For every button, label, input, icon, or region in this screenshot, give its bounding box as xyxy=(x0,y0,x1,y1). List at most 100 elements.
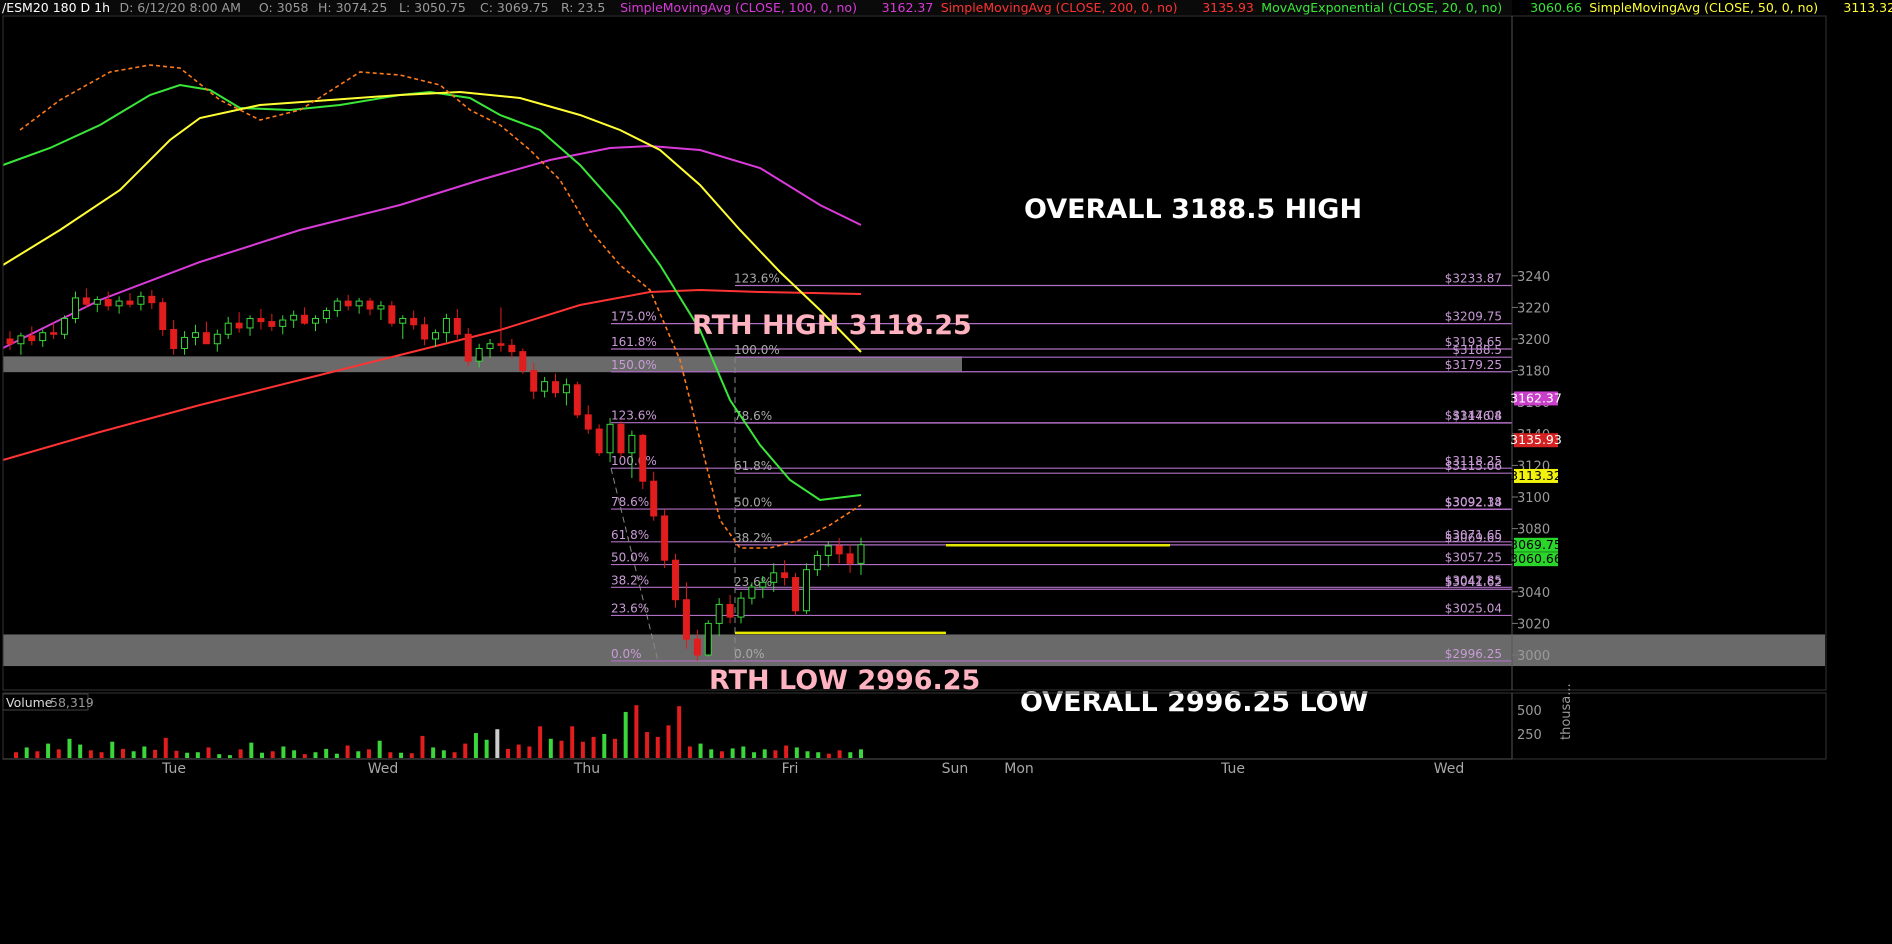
fib-mid-label: 123.6% xyxy=(734,271,780,285)
candle-body xyxy=(802,569,810,612)
candle-body xyxy=(377,305,385,310)
candle-body xyxy=(595,428,603,454)
candle-body xyxy=(421,324,429,340)
candle-body xyxy=(442,317,450,334)
volume-bar xyxy=(366,749,371,758)
candle-body xyxy=(301,314,309,324)
candle-body xyxy=(508,344,516,353)
candle-body xyxy=(770,572,778,583)
volume-bar xyxy=(794,747,799,758)
volume-bar xyxy=(88,750,93,758)
candle-body xyxy=(333,300,341,312)
fib-mid-label: 100.0% xyxy=(734,343,780,357)
price-tag-value: 3113.32 xyxy=(1510,468,1562,483)
study-label: SimpleMovingAvg (CLOSE, 200, 0, no) xyxy=(941,0,1178,15)
x-tick-label: Wed xyxy=(1434,761,1465,777)
volume-bar xyxy=(484,739,489,758)
volume-bar xyxy=(826,753,831,758)
candle-body xyxy=(781,572,789,579)
candle-body xyxy=(432,332,439,340)
candle-body xyxy=(322,310,330,319)
candle-body xyxy=(813,554,821,571)
fib-left-label: 0.0% xyxy=(611,647,642,661)
volume-bar xyxy=(409,753,414,758)
fib-price-label: $2996.25 xyxy=(1445,647,1502,661)
fib-price-label: $3233.87 xyxy=(1445,271,1502,285)
volume-bar xyxy=(334,753,339,758)
candle-body xyxy=(497,343,505,346)
fib-left-label: 100.0% xyxy=(611,454,657,468)
study-value: 3113.32 xyxy=(1843,0,1892,15)
candle-body xyxy=(475,347,483,362)
volume-bar xyxy=(249,742,254,758)
fib-left-label: 161.8% xyxy=(611,335,657,349)
volume-bar xyxy=(46,743,51,758)
candle-body xyxy=(792,577,800,612)
candle-body xyxy=(191,332,199,338)
volume-bar xyxy=(260,752,265,758)
fib-price-label: $3146.8 xyxy=(1452,409,1502,423)
volume-bar xyxy=(805,751,810,758)
volume-bar xyxy=(741,746,746,758)
volume-bar xyxy=(356,751,361,758)
candle-body xyxy=(137,295,145,305)
y-tick-label: 3200 xyxy=(1517,333,1550,348)
price-chart[interactable]: $3233.87$3209.75$3193.65$3188.5$3179.25$… xyxy=(0,0,1892,944)
volume-bar xyxy=(559,740,564,758)
volume-bar xyxy=(516,744,521,758)
volume-bar xyxy=(655,736,660,758)
candle-body xyxy=(715,603,723,624)
fib-price-label: $3115.06 xyxy=(1445,459,1502,473)
fib-mid-label: 50.0% xyxy=(734,495,772,509)
candle-body xyxy=(584,414,592,430)
volume-bar xyxy=(698,743,703,758)
volume-bar xyxy=(441,750,446,758)
fib-price-label: $3092.14 xyxy=(1445,495,1502,509)
candle-body xyxy=(82,297,90,305)
volume-bar xyxy=(131,751,136,758)
candle-body xyxy=(104,299,112,307)
volume-bar xyxy=(570,726,575,758)
volume-bar xyxy=(324,748,329,758)
study-value: 3060.66 xyxy=(1530,0,1582,15)
volume-bar xyxy=(153,749,158,758)
fib-left-label: 175.0% xyxy=(611,310,657,324)
study-label: MovAvgExponential (CLOSE, 20, 0, no) xyxy=(1261,0,1502,15)
volume-bar xyxy=(452,752,457,758)
y-tick-label: 3100 xyxy=(1517,491,1550,506)
x-tick-label: Tue xyxy=(161,761,186,777)
fib-price-label: $3209.75 xyxy=(1445,310,1502,324)
fib-left-label: 150.0% xyxy=(611,358,657,372)
y-tick-label: 3220 xyxy=(1517,301,1550,316)
candle-body xyxy=(846,553,854,564)
y-tick-label: 3000 xyxy=(1517,649,1550,664)
volume-bar xyxy=(270,751,275,758)
price-tag-value: 3162.37 xyxy=(1510,390,1562,405)
candle-body xyxy=(290,314,298,321)
candle-body xyxy=(93,299,101,305)
x-tick-label: Fri xyxy=(782,761,799,777)
volume-bar xyxy=(623,711,628,758)
candle-body xyxy=(246,317,254,329)
volume-bar xyxy=(495,729,500,758)
volume-bar xyxy=(527,746,532,758)
volume-bar xyxy=(816,752,821,758)
fib-left-label: 78.6% xyxy=(611,495,649,509)
volume-bar xyxy=(78,744,83,758)
candle-body xyxy=(562,384,570,394)
fib-left-label: 38.2% xyxy=(611,573,649,587)
candle-body xyxy=(682,599,690,640)
volume-bar xyxy=(110,741,115,758)
y-tick-label: 3240 xyxy=(1517,270,1550,285)
volume-bar xyxy=(666,725,671,758)
volume-bar xyxy=(548,738,553,758)
candle-body xyxy=(486,343,494,349)
annotation-label: RTH LOW 2996.25 xyxy=(709,665,980,696)
volume-bar xyxy=(227,755,232,758)
volume-bar xyxy=(67,738,72,758)
header-field: O: 3058 xyxy=(259,0,309,15)
volume-bar xyxy=(163,737,168,758)
volume-label: Volume xyxy=(6,695,53,710)
candle-body xyxy=(61,317,69,335)
volume-bar xyxy=(302,754,307,758)
